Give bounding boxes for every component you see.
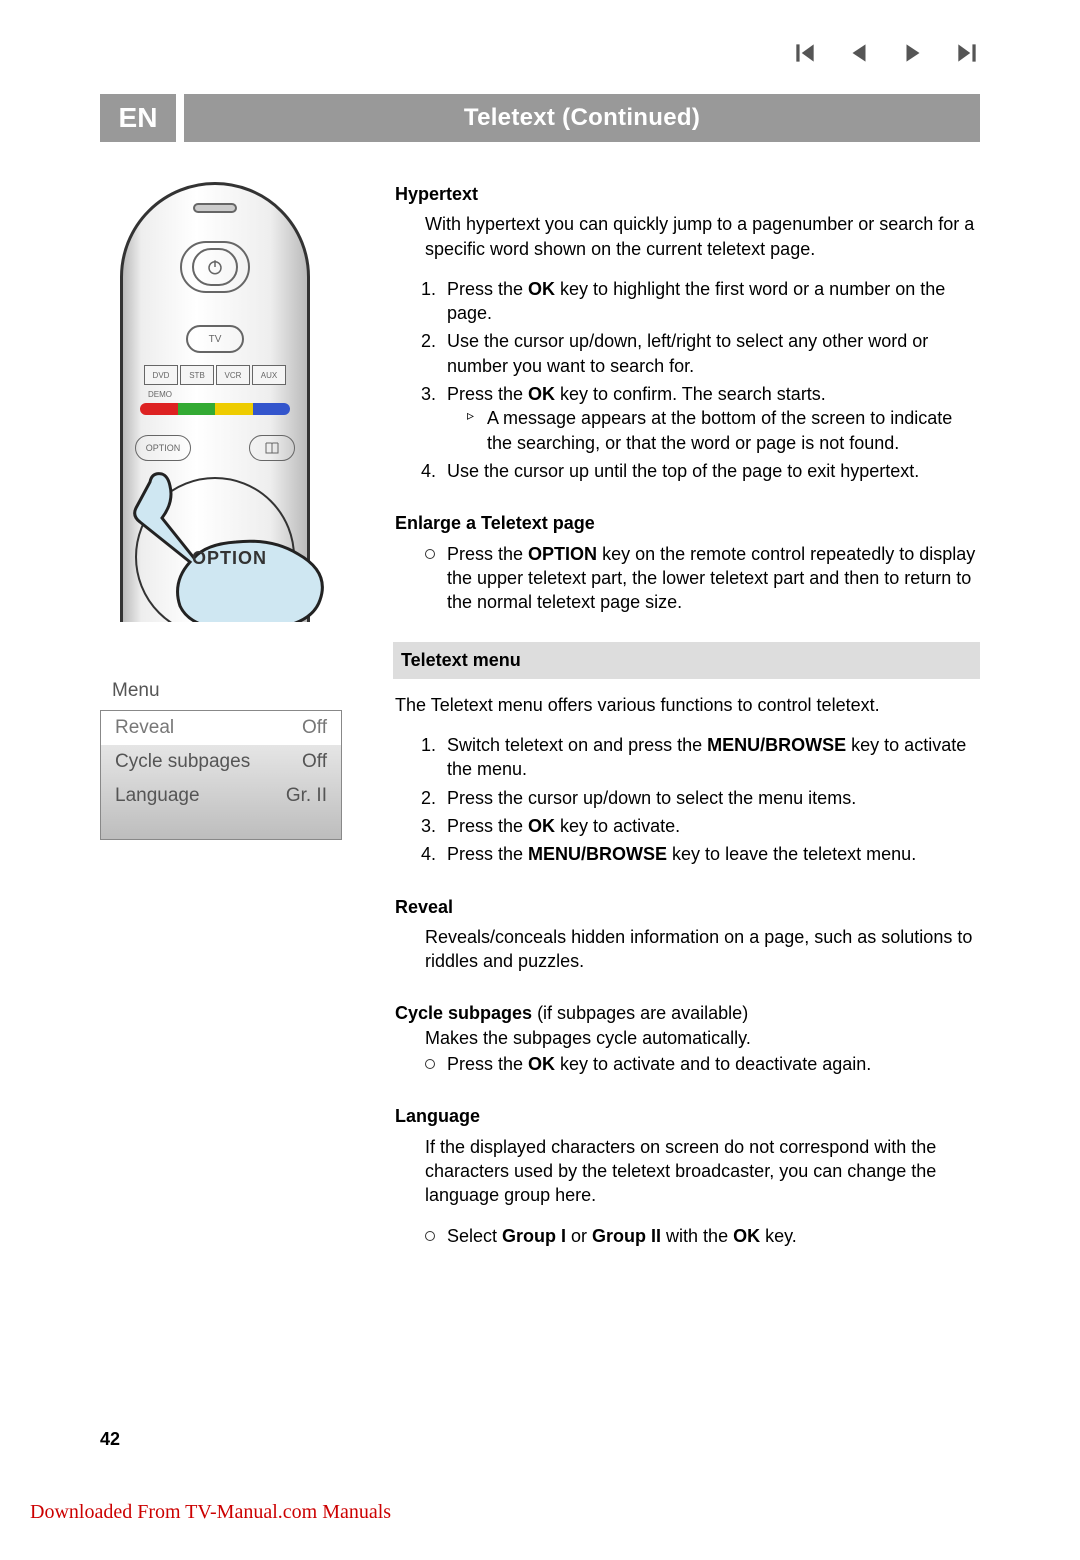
color-buttons <box>140 403 290 415</box>
language-text: If the displayed characters on screen do… <box>425 1135 980 1208</box>
teletext-menu-section: The Teletext menu offers various functio… <box>395 693 980 867</box>
hypertext-step-3-note: A message appears at the bottom of the s… <box>467 406 980 455</box>
menu-intro: The Teletext menu offers various functio… <box>395 693 980 717</box>
reveal-section: Reveal Reveals/conceals hidden informati… <box>395 895 980 974</box>
hypertext-heading: Hypertext <box>395 182 980 206</box>
prev-page-icon[interactable] <box>846 40 872 71</box>
option-button: OPTION <box>135 435 191 461</box>
enlarge-item: Press the OPTION key on the remote contr… <box>425 542 980 615</box>
hypertext-step-4: Use the cursor up until the top of the p… <box>441 459 980 483</box>
reveal-text: Reveals/conceals hidden information on a… <box>425 925 980 974</box>
page-number: 42 <box>100 1429 120 1450</box>
cycle-item: Press the OK key to activate and to deac… <box>425 1052 980 1076</box>
vcr-button: VCR <box>216 365 250 385</box>
guide-button-icon <box>249 435 295 461</box>
enlarge-section: Enlarge a Teletext page Press the OPTION… <box>395 511 980 614</box>
hypertext-step-1: Press the OK key to highlight the first … <box>441 277 980 326</box>
language-badge: EN <box>100 94 176 142</box>
menu-row-cycle: Cycle subpages Off <box>101 745 341 779</box>
next-page-icon[interactable] <box>900 40 926 71</box>
callout-label: OPTION <box>192 548 267 569</box>
menu-step-2: Press the cursor up/down to select the m… <box>441 786 980 810</box>
teletext-menu-table: Menu Reveal Off Cycle subpages Off Langu… <box>100 672 342 840</box>
language-section: Language If the displayed characters on … <box>395 1104 980 1247</box>
tv-button: TV <box>186 325 244 353</box>
menu-step-1: Switch teletext on and press the MENU/BR… <box>441 733 980 782</box>
dvd-button: DVD <box>144 365 178 385</box>
remote-illustration: TV DVD STB VCR AUX DEMO OPTION <box>100 182 330 622</box>
menu-title: Menu <box>100 672 342 710</box>
footer-source-link[interactable]: Downloaded From TV-Manual.com Manuals <box>30 1501 391 1524</box>
menu-step-4: Press the MENU/BROWSE key to leave the t… <box>441 842 980 866</box>
menu-row-reveal: Reveal Off <box>101 711 341 745</box>
hypertext-section: Hypertext With hypertext you can quickly… <box>395 182 980 483</box>
hypertext-step-2: Use the cursor up/down, left/right to se… <box>441 329 980 378</box>
reveal-heading: Reveal <box>395 895 980 919</box>
menu-row-language: Language Gr. II <box>101 779 341 813</box>
aux-button: AUX <box>252 365 286 385</box>
cycle-section: Cycle subpages (if subpages are availabl… <box>395 1001 980 1076</box>
language-heading: Language <box>395 1104 980 1128</box>
power-button-icon <box>180 241 250 293</box>
first-page-icon[interactable] <box>792 40 818 71</box>
cycle-heading: Cycle subpages <box>395 1003 532 1023</box>
option-callout <box>132 472 330 622</box>
enlarge-heading: Enlarge a Teletext page <box>395 511 980 535</box>
stb-button: STB <box>180 365 214 385</box>
menu-step-3: Press the OK key to activate. <box>441 814 980 838</box>
pdf-nav-icons <box>792 40 980 71</box>
teletext-menu-heading: Teletext menu <box>393 642 980 678</box>
hypertext-step-3: Press the OK key to confirm. The search … <box>441 382 980 455</box>
language-item: Select Group I or Group II with the OK k… <box>425 1224 980 1248</box>
hypertext-intro: With hypertext you can quickly jump to a… <box>425 212 980 261</box>
page-title: Teletext (Continued) <box>184 94 980 142</box>
demo-label: DEMO <box>148 390 172 399</box>
cycle-line1: Makes the subpages cycle automatically. <box>425 1026 980 1050</box>
last-page-icon[interactable] <box>954 40 980 71</box>
